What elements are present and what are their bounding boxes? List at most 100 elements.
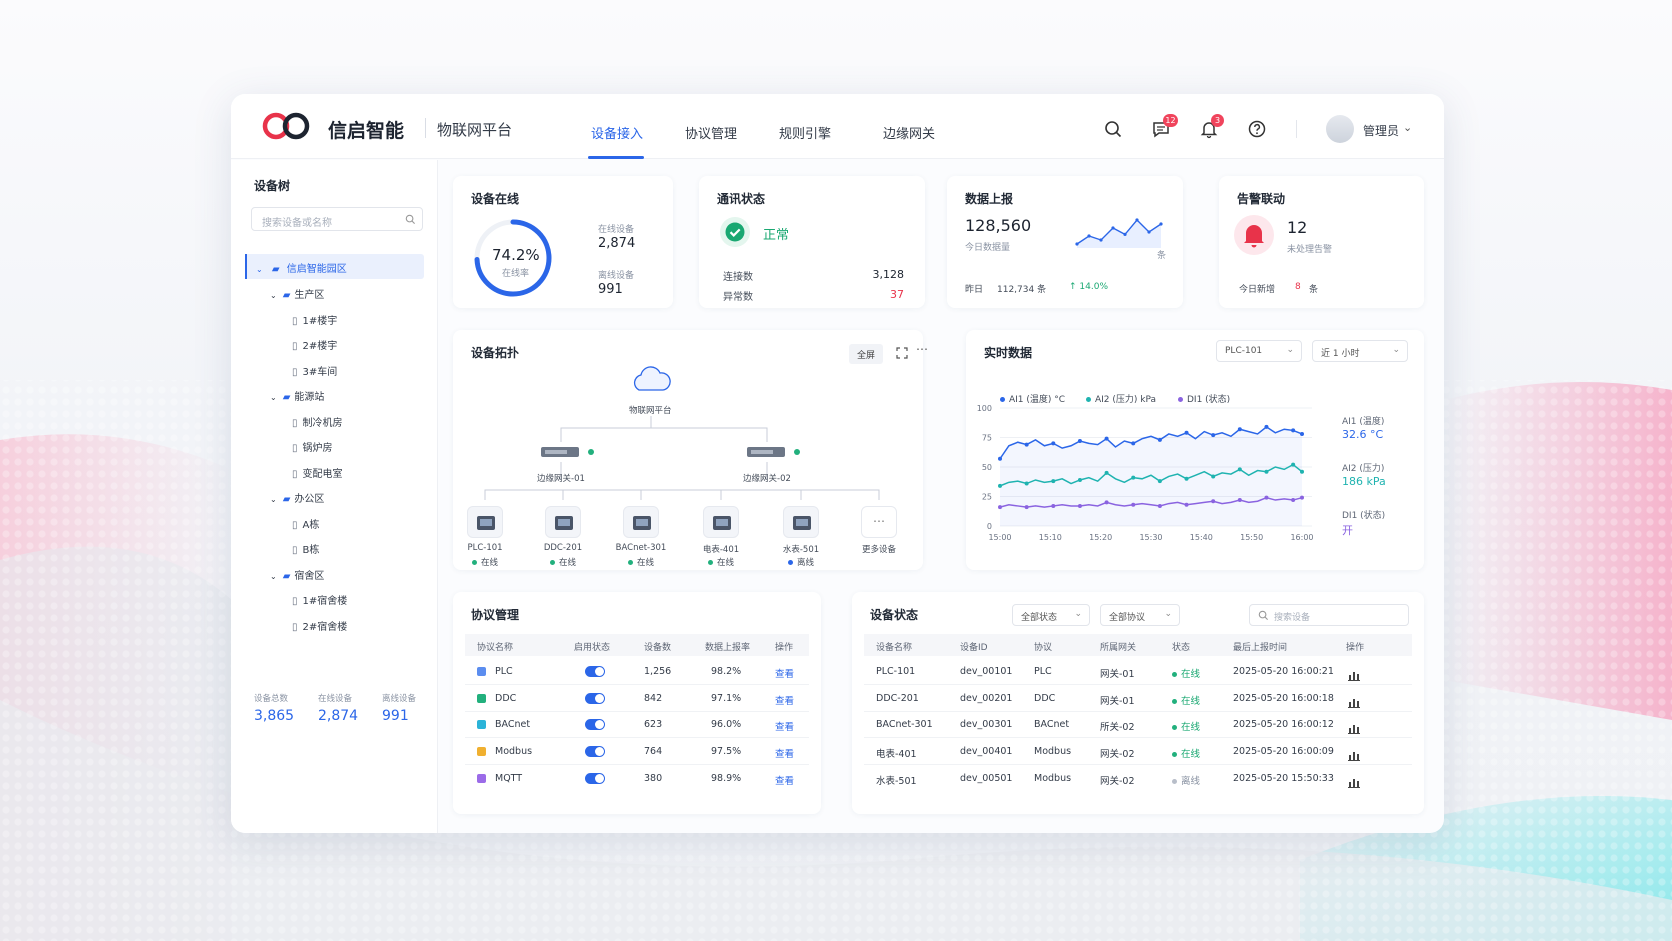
- device-node-icon[interactable]: [545, 506, 581, 538]
- tree-node[interactable]: ▯ 变配电室: [292, 465, 343, 480]
- tree-node-label: 2#楼宇: [302, 341, 338, 352]
- device-node-status: 在线: [686, 556, 756, 568]
- protocol-enable-toggle[interactable]: [585, 746, 605, 758]
- y-tick-label: 0: [987, 522, 992, 531]
- file-icon: ▯: [292, 443, 298, 454]
- folder-icon: ▰: [282, 392, 291, 403]
- alarm-bell-icon: [1234, 215, 1274, 255]
- protocol-view-link[interactable]: 查看: [775, 666, 794, 680]
- series-point: [1291, 462, 1296, 467]
- nav-protocol-management[interactable]: 协议管理: [685, 123, 737, 142]
- table-header-cell: 设备ID: [960, 643, 988, 653]
- nav-rule-engine[interactable]: 规则引擎: [779, 123, 831, 142]
- search-icon[interactable]: [1103, 119, 1123, 139]
- nav-device-access[interactable]: 设备接入: [591, 123, 643, 142]
- tree-node[interactable]: ⌄ ▰ 办公区: [270, 490, 324, 505]
- device-status-text: 在线: [1181, 669, 1201, 680]
- series-point: [998, 456, 1002, 461]
- protocol-filter[interactable]: 全部协议 ⌄: [1100, 604, 1180, 626]
- table-header-bg: [465, 634, 809, 656]
- bar-chart-icon[interactable]: [1348, 746, 1360, 762]
- tree-node[interactable]: ▯ 3#车间: [292, 363, 337, 378]
- device-search-input[interactable]: 搜索设备: [1249, 604, 1409, 626]
- device-node-icon[interactable]: [783, 506, 819, 538]
- bar-chart-icon[interactable]: [1348, 719, 1360, 735]
- series-point: [998, 483, 1002, 488]
- protocol-count: 380: [644, 772, 663, 784]
- chevron-down-icon: ⌄: [270, 571, 277, 581]
- user-name[interactable]: 管理员: [1363, 122, 1399, 139]
- search-icon: [1258, 610, 1269, 621]
- protocol-count: 623: [644, 719, 663, 731]
- tree-node-root[interactable]: ⌄ ▰ 信启智能园区: [256, 260, 347, 275]
- device-name: PLC-101: [876, 666, 916, 677]
- bar-chart-icon[interactable]: [1348, 666, 1360, 681]
- device-node-label: 电表-401: [702, 545, 740, 555]
- tree-node[interactable]: ▯ 2#楼宇: [292, 337, 337, 352]
- series-point: [1237, 498, 1242, 503]
- chevron-down-icon[interactable]: ⌄: [1403, 121, 1412, 134]
- device-node-icon[interactable]: [703, 506, 739, 538]
- device-node-icon[interactable]: [623, 506, 659, 538]
- tree-node[interactable]: ▯ 2#宿舍楼: [292, 618, 347, 633]
- top-header: 信启智能 物联网平台 设备接入 协议管理 规则引擎 边缘网关 12 3 管理员 …: [231, 94, 1444, 159]
- new-alarm-label: 今日新增: [1239, 285, 1276, 295]
- avatar[interactable]: [1326, 115, 1354, 143]
- device-id: dev_00501: [960, 772, 1013, 784]
- topology-card: 设备拓扑 全屏 ⋯ 物联网平台 边缘网关-01 边缘网关-02 PLC-101 在线 D…: [453, 330, 928, 570]
- protocol-view-link[interactable]: 查看: [775, 746, 794, 760]
- tree-node[interactable]: ⌄ ▰ 能源站: [270, 388, 324, 403]
- bar-chart-icon[interactable]: [1348, 693, 1360, 708]
- protocol-enable-toggle[interactable]: [585, 772, 605, 784]
- device-status: 在线: [1172, 666, 1200, 680]
- series-point: [1184, 430, 1189, 435]
- tree-node-label: 宿舍区: [294, 570, 325, 582]
- protocol-rate: 97.5%: [711, 746, 742, 758]
- range-select[interactable]: 近 1 小时 ⌄: [1312, 340, 1408, 362]
- help-icon[interactable]: [1247, 119, 1267, 139]
- series-point: [1104, 436, 1109, 441]
- file-icon: ▯: [292, 315, 298, 327]
- protocol-enable-toggle[interactable]: [585, 719, 605, 731]
- gateway-status-dot: [794, 449, 800, 455]
- file-icon: ▯: [292, 341, 298, 352]
- tree-node-label: 制冷机房: [302, 417, 343, 429]
- brand-subtitle: 物联网平台: [437, 121, 513, 139]
- side-label: AI2 (压力): [1342, 464, 1385, 474]
- tree-node[interactable]: ▯ 1#宿舍楼: [292, 592, 347, 607]
- alarm-title: 告警联动: [1237, 192, 1286, 206]
- device-node-icon[interactable]: [467, 506, 503, 538]
- table-header-cell: 操作: [1346, 643, 1365, 653]
- nav-edge-gateway[interactable]: 边缘网关: [883, 123, 935, 142]
- online-rate-value: 74.2%: [492, 246, 540, 264]
- status-filter[interactable]: 全部状态 ⌄: [1012, 604, 1090, 626]
- chevron-down-icon: ⌄: [1164, 609, 1172, 619]
- x-tick-label: 15:20: [1089, 533, 1112, 542]
- brand-logo-icon: [262, 112, 310, 140]
- tree-node[interactable]: ▯ 制冷机房: [292, 414, 343, 429]
- bar-chart-icon[interactable]: [1348, 773, 1360, 788]
- chevron-down-icon: ⌄: [270, 393, 277, 402]
- protocol-view-link[interactable]: 查看: [775, 719, 794, 733]
- tree-node[interactable]: ▯ 锅炉房: [292, 439, 333, 454]
- chevron-down-icon: ⌄: [270, 495, 277, 504]
- tree-node[interactable]: ▯ B栋: [292, 541, 319, 556]
- tree-node[interactable]: ⌄ ▰ 生产区: [270, 286, 324, 301]
- more-devices-button[interactable]: ⋯: [861, 506, 897, 538]
- device-select[interactable]: PLC-101 ⌄: [1216, 340, 1302, 362]
- protocol-enable-toggle[interactable]: [585, 666, 605, 677]
- tree-search-input[interactable]: 搜索设备或名称: [251, 207, 423, 231]
- file-icon: ▯: [292, 545, 298, 556]
- series-point: [1264, 469, 1269, 474]
- tree-node[interactable]: ⌄ ▰ 宿舍区: [270, 567, 324, 582]
- topology-diagram: [484, 366, 880, 500]
- protocol-view-link[interactable]: 查看: [775, 773, 794, 787]
- tree-node[interactable]: ▯ 1#楼宇: [292, 312, 337, 327]
- protocol-view-link[interactable]: 查看: [775, 693, 794, 707]
- device-node-status: 在线: [528, 556, 598, 568]
- tree-node[interactable]: ▯ A栋: [292, 516, 319, 531]
- x-tick-label: 15:00: [988, 533, 1011, 542]
- protocol-name: Modbus: [495, 746, 533, 758]
- alarm-value-label: 未处理告警: [1287, 245, 1333, 255]
- protocol-enable-toggle[interactable]: [585, 692, 605, 704]
